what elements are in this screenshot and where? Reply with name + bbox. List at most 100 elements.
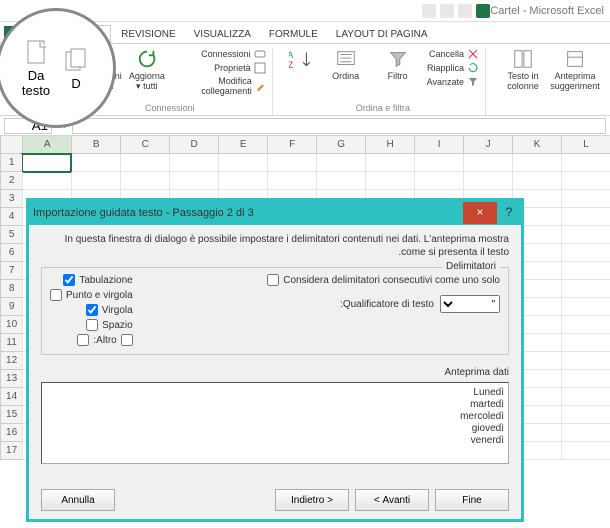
dialog-help-button[interactable]: ? — [497, 202, 521, 224]
cell[interactable] — [561, 280, 610, 298]
row-header[interactable]: 8 — [0, 280, 22, 298]
cell[interactable] — [267, 172, 316, 190]
cell[interactable] — [218, 154, 267, 172]
cell[interactable] — [120, 172, 169, 190]
cell[interactable] — [561, 442, 610, 460]
col-header-d[interactable]: D — [169, 136, 218, 153]
cell[interactable] — [218, 172, 267, 190]
text-to-columns-button[interactable]: Testo in colonne — [500, 48, 546, 92]
delimiter-other-checkbox[interactable]: Altro: — [50, 334, 133, 346]
cell[interactable] — [561, 208, 610, 226]
delimiter-other-input[interactable] — [121, 334, 133, 346]
cell[interactable] — [512, 154, 561, 172]
cell[interactable] — [561, 262, 610, 280]
cell[interactable] — [561, 298, 610, 316]
sort-az-button[interactable]: AZ — [287, 48, 317, 70]
cell[interactable] — [120, 154, 169, 172]
redo-icon[interactable] — [422, 4, 436, 18]
row-header[interactable]: 10 — [0, 316, 22, 334]
col-header-l[interactable]: L — [561, 136, 610, 153]
properties-button[interactable]: Proprietà — [174, 62, 266, 74]
edit-links-button[interactable]: Modifica collegamenti — [174, 76, 266, 96]
next-button[interactable]: Avanti > — [355, 489, 429, 511]
row-header[interactable]: 15 — [0, 406, 22, 424]
cell[interactable] — [561, 316, 610, 334]
cell[interactable] — [414, 154, 463, 172]
row-header[interactable]: 13 — [0, 370, 22, 388]
row-header[interactable]: 2 — [0, 172, 22, 190]
cell[interactable] — [414, 172, 463, 190]
row-header[interactable]: 5 — [0, 226, 22, 244]
connections-button[interactable]: Connessioni — [174, 48, 266, 60]
row-header[interactable]: 14 — [0, 388, 22, 406]
tab-revisione[interactable]: REVISIONE — [113, 26, 183, 43]
cell[interactable] — [316, 172, 365, 190]
row-header[interactable]: 11 — [0, 334, 22, 352]
consecutive-delimiters-checkbox[interactable]: Considera delimitatori consecutivi come … — [157, 274, 500, 286]
row-header[interactable]: 1 — [0, 154, 22, 172]
cell[interactable] — [561, 352, 610, 370]
delimiter-tab-checkbox[interactable]: Tabulazione — [50, 274, 133, 286]
formula-input[interactable] — [72, 118, 606, 134]
cell[interactable] — [267, 154, 316, 172]
col-header-f[interactable]: F — [267, 136, 316, 153]
delimiter-space-checkbox[interactable]: Spazio — [50, 319, 133, 331]
cell[interactable] — [71, 172, 120, 190]
row-header[interactable]: 7 — [0, 262, 22, 280]
save-icon[interactable] — [458, 4, 472, 18]
row-header[interactable]: 4 — [0, 208, 22, 226]
cell[interactable] — [561, 244, 610, 262]
cell[interactable] — [71, 154, 120, 172]
cell[interactable] — [561, 406, 610, 424]
cell[interactable] — [22, 172, 71, 190]
row-header[interactable]: 3 — [0, 190, 22, 208]
cell[interactable] — [512, 172, 561, 190]
tab-visualizza[interactable]: VISUALIZZA — [186, 26, 259, 43]
select-all-corner[interactable] — [0, 136, 22, 153]
delimiter-comma-checkbox[interactable]: Virgola — [50, 304, 133, 316]
col-header-g[interactable]: G — [316, 136, 365, 153]
cell[interactable] — [561, 190, 610, 208]
tab-layout[interactable]: LAYOUT DI PAGINA — [328, 26, 436, 43]
text-qualifier-select[interactable]: " — [440, 295, 500, 313]
row-header[interactable]: 6 — [0, 244, 22, 262]
cell[interactable] — [463, 154, 512, 172]
row-header[interactable]: 16 — [0, 424, 22, 442]
cell[interactable] — [365, 172, 414, 190]
cell[interactable] — [561, 388, 610, 406]
cell[interactable] — [169, 154, 218, 172]
finish-button[interactable]: Fine — [435, 489, 509, 511]
sort-button[interactable]: Ordina — [323, 48, 369, 82]
col-header-h[interactable]: H — [365, 136, 414, 153]
dialog-close-button[interactable]: × — [463, 202, 497, 224]
clear-filter-button[interactable]: Cancella — [427, 48, 479, 60]
col-header-a[interactable]: A — [22, 136, 71, 153]
cell[interactable] — [561, 334, 610, 352]
advanced-filter-button[interactable]: Avanzate — [427, 76, 479, 88]
col-header-i[interactable]: I — [414, 136, 463, 153]
row-header[interactable]: 9 — [0, 298, 22, 316]
col-header-b[interactable]: B — [71, 136, 120, 153]
flash-fill-button[interactable]: Anteprima suggeriment — [552, 48, 598, 92]
undo-icon[interactable] — [440, 4, 454, 18]
row-header[interactable]: 17 — [0, 442, 22, 460]
col-header-e[interactable]: E — [218, 136, 267, 153]
cell[interactable] — [561, 370, 610, 388]
col-header-c[interactable]: C — [120, 136, 169, 153]
row-header[interactable]: 12 — [0, 352, 22, 370]
tab-formule[interactable]: FORMULE — [261, 26, 326, 43]
back-button[interactable]: < Indietro — [275, 489, 349, 511]
cell[interactable] — [561, 424, 610, 442]
cell[interactable] — [316, 154, 365, 172]
cancel-button[interactable]: Annulla — [41, 489, 115, 511]
filter-button[interactable]: Filtro — [375, 48, 421, 82]
cell[interactable] — [561, 154, 610, 172]
delimiter-semicolon-checkbox[interactable]: Punto e virgola — [50, 289, 133, 301]
reapply-button[interactable]: Riapplica — [427, 62, 479, 74]
cell[interactable] — [365, 154, 414, 172]
cell[interactable] — [463, 172, 512, 190]
cell[interactable] — [169, 172, 218, 190]
cell[interactable] — [22, 154, 71, 172]
col-header-k[interactable]: K — [512, 136, 561, 153]
cell[interactable] — [561, 172, 610, 190]
